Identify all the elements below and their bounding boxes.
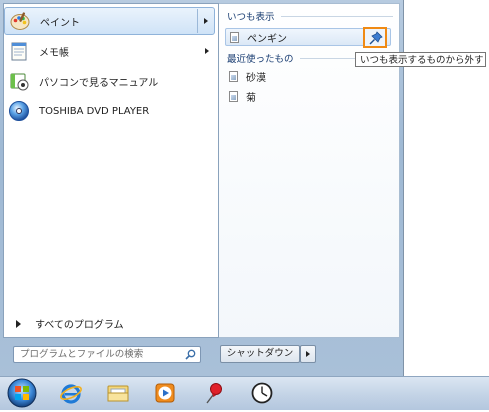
pushpin-icon <box>206 383 222 404</box>
recent-item-desert[interactable]: 砂漠 <box>225 67 391 85</box>
jump-item-label: 菊 <box>246 92 256 104</box>
internet-explorer-button[interactable] <box>59 381 83 405</box>
internet-explorer-icon <box>60 384 82 404</box>
start-orb-icon <box>7 378 37 408</box>
program-dvd-player[interactable]: TOSHIBA DVD PLAYER <box>4 97 215 125</box>
tooltip: いつも表示するものから外す <box>355 52 486 67</box>
submenu-arrow-icon[interactable] <box>204 18 208 24</box>
manual-icon <box>8 70 30 92</box>
media-player-button[interactable] <box>153 381 177 405</box>
program-label: パソコンで見るマニュアル <box>39 77 159 89</box>
search-icon[interactable] <box>185 349 196 360</box>
media-player-icon <box>155 383 175 403</box>
submenu-arrow-icon[interactable] <box>205 48 209 54</box>
program-label: メモ帳 <box>39 47 69 59</box>
unpin-button[interactable] <box>363 27 387 48</box>
submenu-divider <box>197 9 198 33</box>
paint-icon <box>9 10 31 32</box>
jump-item-label: 砂漠 <box>246 72 266 84</box>
explorer-button[interactable] <box>106 381 130 405</box>
shutdown-button[interactable]: シャットダウン <box>220 345 300 363</box>
start-button[interactable] <box>2 377 42 409</box>
pin-icon <box>369 31 383 45</box>
program-label: TOSHIBA DVD PLAYER <box>39 105 150 117</box>
dvd-player-icon <box>8 100 30 122</box>
image-file-icon <box>230 31 239 43</box>
expand-arrow-icon <box>16 319 21 328</box>
program-label: ペイント <box>40 17 80 29</box>
clock-button[interactable] <box>250 381 274 405</box>
image-file-icon <box>229 90 238 102</box>
search-input[interactable]: プログラムとファイルの検索 <box>13 346 201 363</box>
program-notepad[interactable]: メモ帳 <box>4 37 215 65</box>
search-placeholder: プログラムとファイルの検索 <box>20 349 144 360</box>
section-title-text: いつも表示 <box>227 12 275 23</box>
program-manual[interactable]: パソコンで見るマニュアル <box>4 67 215 95</box>
shutdown-options-button[interactable] <box>300 345 316 363</box>
divider <box>280 15 393 17</box>
program-paint[interactable]: ペイント <box>4 7 215 35</box>
pinned-section-title: いつも表示 <box>227 9 393 23</box>
notepad-icon <box>8 40 30 62</box>
chevron-right-icon <box>306 351 310 357</box>
pushpin-button[interactable] <box>202 381 226 405</box>
all-programs-label: すべてのプログラム <box>35 320 124 331</box>
jump-item-label: ペンギン <box>247 33 287 45</box>
all-programs-link[interactable]: すべてのプログラム <box>16 316 124 331</box>
section-title-text: 最近使ったもの <box>227 54 294 65</box>
recent-item-chrysanthemum[interactable]: 菊 <box>225 87 391 105</box>
image-file-icon <box>229 70 238 82</box>
explorer-folder-icon <box>107 385 129 402</box>
clock-icon <box>251 382 273 404</box>
